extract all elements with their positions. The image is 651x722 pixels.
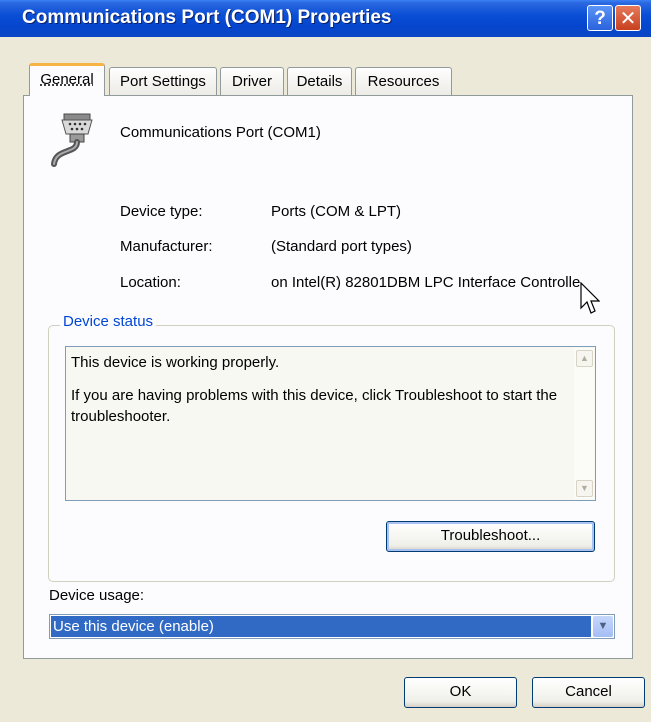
- status-line-working: This device is working properly.: [71, 354, 280, 371]
- status-scrollbar[interactable]: ▲ ▼: [574, 348, 594, 499]
- troubleshoot-button[interactable]: Troubleshoot...: [386, 521, 595, 552]
- mouse-pointer-icon: [580, 282, 600, 314]
- device-name: Communications Port (COM1): [120, 124, 321, 141]
- tab-general[interactable]: General: [29, 63, 105, 96]
- manufacturer-value: (Standard port types): [271, 238, 412, 255]
- device-status-title: Device status: [60, 313, 157, 330]
- serial-port-icon: [51, 113, 93, 167]
- title-bar[interactable]: Communications Port (COM1) Properties ? …: [0, 0, 651, 37]
- tab-details[interactable]: Details: [287, 67, 352, 95]
- manufacturer-label: Manufacturer:: [120, 238, 213, 255]
- close-button[interactable]: ✕: [615, 5, 641, 31]
- status-line-troubleshoot-hint: If you are having problems with this dev…: [71, 387, 558, 425]
- location-value: on Intel(R) 82801DBM LPC Interface Contr…: [271, 274, 581, 291]
- device-usage-label: Device usage:: [49, 587, 145, 604]
- scroll-up-arrow-icon[interactable]: ▲: [576, 350, 593, 367]
- scroll-down-arrow-icon[interactable]: ▼: [576, 480, 593, 497]
- location-label: Location:: [120, 274, 181, 291]
- ok-button[interactable]: OK: [404, 677, 517, 708]
- tab-port-settings[interactable]: Port Settings: [109, 67, 217, 95]
- help-button[interactable]: ?: [587, 5, 613, 31]
- tab-resources[interactable]: Resources: [355, 67, 452, 95]
- device-status-textbox[interactable]: This device is working properly. If you …: [65, 346, 596, 501]
- chevron-down-icon[interactable]: ▼: [593, 616, 613, 637]
- device-type-label: Device type:: [120, 203, 203, 220]
- device-type-value: Ports (COM & LPT): [271, 203, 402, 220]
- device-usage-select[interactable]: Use this device (enable) ▼: [49, 614, 615, 639]
- tab-driver[interactable]: Driver: [220, 67, 284, 95]
- device-usage-selected-value: Use this device (enable): [51, 616, 591, 637]
- window-title: Communications Port (COM1) Properties: [22, 7, 392, 28]
- cancel-button[interactable]: Cancel: [532, 677, 645, 708]
